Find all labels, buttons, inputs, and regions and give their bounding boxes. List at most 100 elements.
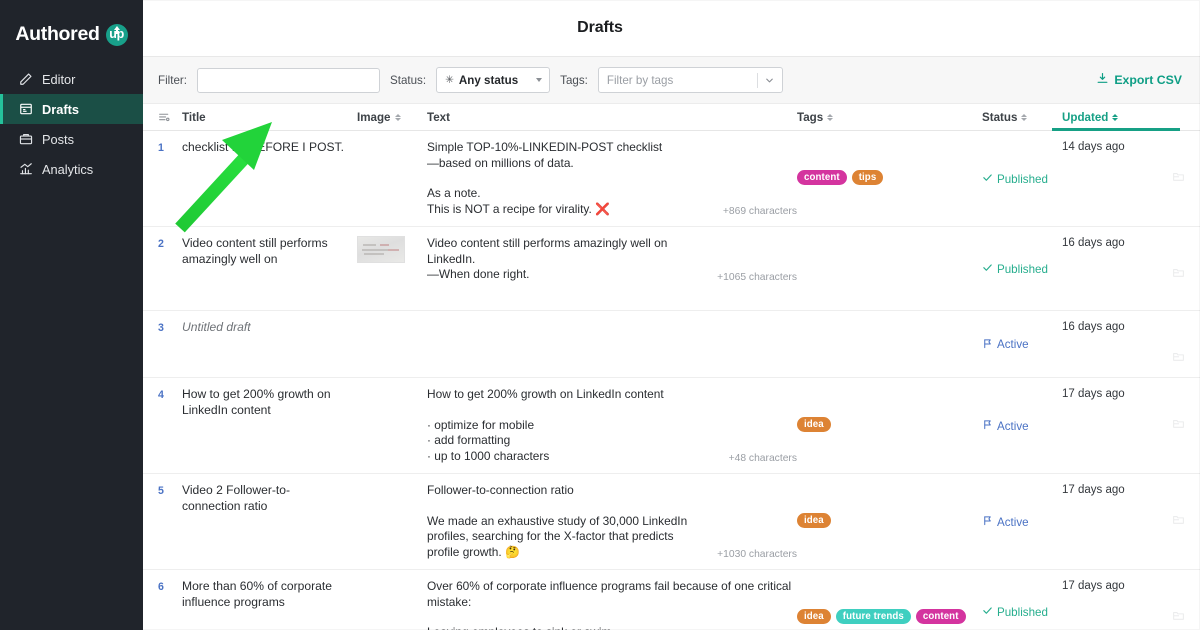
column-header-tags[interactable]: Tags bbox=[797, 111, 982, 124]
tag-chip[interactable]: content bbox=[797, 170, 847, 186]
status-badge: Published bbox=[982, 140, 1062, 217]
row-thumbnail-cell bbox=[357, 579, 427, 630]
column-label: Image bbox=[357, 110, 391, 124]
row-thumbnail-cell bbox=[357, 236, 427, 301]
status-badge: Published bbox=[982, 579, 1062, 630]
chevron-down-icon bbox=[758, 75, 782, 86]
row-number: 4 bbox=[158, 389, 164, 401]
sort-arrows-icon bbox=[827, 113, 834, 121]
row-text-block: · optimize for mobile · add formatting ·… bbox=[427, 418, 797, 465]
column-label: Tags bbox=[797, 110, 824, 124]
updated-time: 16 days ago bbox=[1062, 321, 1125, 333]
row-text-block: Leaving employees to sink or swim.+1164 … bbox=[427, 625, 797, 630]
row-thumbnail-cell bbox=[357, 483, 427, 560]
export-csv-button[interactable]: Export CSV bbox=[1096, 72, 1186, 88]
row-text-preview[interactable]: Simple TOP-10%-LINKEDIN-POST checklist —… bbox=[427, 140, 797, 217]
status-badge: Active bbox=[982, 483, 1062, 560]
row-order-icon[interactable] bbox=[158, 111, 182, 124]
row-title[interactable]: How to get 200% growth on LinkedIn conte… bbox=[182, 387, 357, 464]
row-tags: idea bbox=[797, 387, 982, 464]
table-row[interactable]: 2 Video content still performs amazingly … bbox=[143, 227, 1200, 311]
row-title[interactable]: Video content still performs amazingly w… bbox=[182, 236, 357, 301]
row-text-preview[interactable]: How to get 200% growth on LinkedIn conte… bbox=[427, 387, 797, 464]
row-title[interactable]: More than 60% of corporate influence pro… bbox=[182, 579, 357, 630]
status-badge: Published bbox=[982, 236, 1062, 301]
row-tags: idea bbox=[797, 483, 982, 560]
row-text-line: Video content still performs amazingly w… bbox=[427, 236, 668, 281]
row-thumbnail-cell bbox=[357, 387, 427, 464]
main-area: Drafts Filter: Status: ✳ Any status Tags… bbox=[143, 0, 1200, 630]
folder-icon[interactable] bbox=[1172, 350, 1185, 368]
column-header-text[interactable]: Text bbox=[427, 111, 797, 124]
row-title[interactable]: Untitled draft bbox=[182, 320, 357, 368]
sidebar-item-analytics[interactable]: Analytics bbox=[0, 154, 143, 184]
row-text-line: As a note. This is NOT a recipe for vira… bbox=[427, 186, 610, 216]
row-text-block: We made an exhaustive study of 30,000 Li… bbox=[427, 514, 797, 561]
sidebar-item-label: Drafts bbox=[42, 101, 79, 117]
table-row[interactable]: 4 How to get 200% growth on LinkedIn cont… bbox=[143, 378, 1200, 474]
folder-icon[interactable] bbox=[1172, 609, 1185, 627]
pencil-icon bbox=[18, 72, 33, 87]
filter-input[interactable] bbox=[196, 67, 380, 93]
sidebar-item-editor[interactable]: Editor bbox=[0, 64, 143, 94]
table-row[interactable]: 1 checklist for BEFORE I POST. Simple TOP-… bbox=[143, 131, 1200, 227]
tag-chip[interactable]: idea bbox=[797, 609, 831, 625]
row-text-block: How to get 200% growth on LinkedIn conte… bbox=[427, 387, 664, 401]
app-window: Authored up Editor Drafts Posts Analytic… bbox=[0, 0, 1200, 630]
tag-chip[interactable]: future trends bbox=[835, 609, 911, 625]
folder-icon[interactable] bbox=[1172, 170, 1185, 188]
sidebar-item-drafts[interactable]: Drafts bbox=[0, 94, 143, 124]
row-title[interactable]: checklist for BEFORE I POST. bbox=[182, 140, 357, 217]
folder-icon[interactable] bbox=[1172, 266, 1185, 284]
row-number: 3 bbox=[158, 322, 164, 334]
sidebar-item-posts[interactable]: Posts bbox=[0, 124, 143, 154]
sidebar: Authored up Editor Drafts Posts Analytic… bbox=[0, 0, 143, 630]
status-filter-dropdown[interactable]: ✳ Any status bbox=[436, 67, 551, 93]
analytics-icon bbox=[18, 162, 33, 177]
row-actions bbox=[1154, 140, 1200, 217]
column-header-image[interactable]: Image bbox=[357, 111, 427, 124]
row-tags bbox=[797, 320, 982, 368]
tag-chip[interactable]: idea bbox=[797, 417, 831, 433]
brand-name: Authored bbox=[15, 23, 100, 45]
column-header-title[interactable]: Title bbox=[182, 111, 357, 124]
top-bar: Drafts bbox=[143, 0, 1200, 57]
row-text-preview[interactable]: Follower-to-connection ratio We made an e… bbox=[427, 483, 797, 560]
filter-label: Filter: bbox=[158, 73, 187, 87]
brand-up-badge: up bbox=[105, 23, 128, 46]
folder-icon[interactable] bbox=[1172, 513, 1185, 531]
tags-filter-dropdown[interactable]: Filter by tags bbox=[597, 67, 783, 93]
brand-logo[interactable]: Authored up bbox=[0, 23, 143, 46]
drafts-icon bbox=[18, 102, 33, 117]
status-label: Active bbox=[997, 338, 1029, 351]
chevron-down-icon bbox=[536, 78, 543, 82]
sort-arrows-icon bbox=[394, 113, 401, 121]
drafts-table: Title Image Text Tags Status Updated 1 c… bbox=[143, 104, 1200, 630]
character-count: +1065 characters bbox=[717, 271, 797, 283]
column-header-status[interactable]: Status bbox=[982, 111, 1062, 124]
posts-icon bbox=[18, 132, 33, 147]
row-title[interactable]: Video 2 Follower-to-connection ratio bbox=[182, 483, 357, 560]
row-text-block: Over 60% of corporate influence programs… bbox=[427, 579, 795, 609]
row-text-preview[interactable]: Over 60% of corporate influence programs… bbox=[427, 579, 797, 630]
tag-chip[interactable]: idea bbox=[797, 513, 831, 529]
table-row[interactable]: 6 More than 60% of corporate influence pr… bbox=[143, 570, 1200, 630]
thumbnail-line bbox=[363, 244, 376, 246]
tag-chip[interactable]: content bbox=[915, 609, 966, 625]
row-tags: content tips bbox=[797, 140, 982, 217]
tag-chip[interactable]: tips bbox=[851, 170, 884, 186]
column-header-updated[interactable]: Updated bbox=[1052, 111, 1180, 131]
check-icon bbox=[982, 172, 993, 186]
table-row[interactable]: 3 Untitled draft Active 16 days ago bbox=[143, 311, 1200, 378]
row-text-preview[interactable] bbox=[427, 320, 797, 368]
table-row[interactable]: 5 Video 2 Follower-to-connection ratio Fol… bbox=[143, 474, 1200, 570]
row-actions bbox=[1154, 236, 1200, 301]
table-header-row: Title Image Text Tags Status Updated bbox=[143, 104, 1200, 131]
row-thumbnail-cell bbox=[357, 140, 427, 217]
row-tags: idea future trends content bbox=[797, 579, 982, 630]
asterisk-icon: ✳ bbox=[445, 73, 454, 86]
thumbnail-line bbox=[362, 249, 388, 251]
folder-icon[interactable] bbox=[1172, 417, 1185, 435]
thumbnail-image[interactable] bbox=[357, 236, 405, 263]
row-text-preview[interactable]: Video content still performs amazingly w… bbox=[427, 236, 797, 301]
